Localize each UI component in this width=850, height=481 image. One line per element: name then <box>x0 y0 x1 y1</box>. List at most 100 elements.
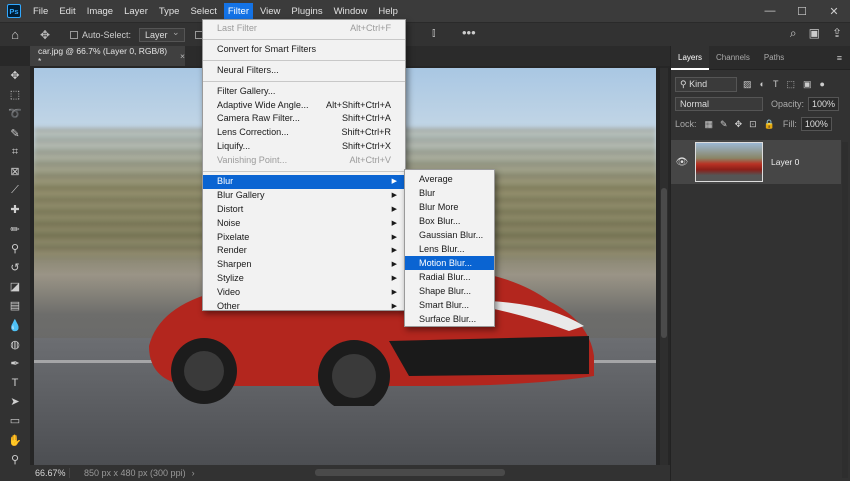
tab-paths[interactable]: Paths <box>757 46 791 70</box>
menu-image[interactable]: Image <box>83 3 117 20</box>
menu-file[interactable]: File <box>29 3 52 20</box>
lock-position-icon[interactable]: ✥ <box>735 119 743 130</box>
menu-item-liquify[interactable]: Liquify... Shift+Ctrl+X <box>203 140 405 154</box>
hand-tool-icon[interactable]: ✋ <box>0 431 30 450</box>
horizontal-scrollbar[interactable] <box>315 469 505 476</box>
auto-select-target-dropdown[interactable]: Layer <box>139 27 185 42</box>
quick-select-tool-icon[interactable]: ✎ <box>0 124 30 143</box>
menu-item-camera-raw[interactable]: Camera Raw Filter... Shift+Ctrl+A <box>203 112 405 126</box>
blur-item-radial-blur[interactable]: Radial Blur... <box>405 270 494 284</box>
menu-item-stylize[interactable]: Stylize ▶ <box>203 272 405 286</box>
clone-stamp-icon[interactable]: ⚲ <box>0 239 30 258</box>
menu-type[interactable]: Type <box>155 3 184 20</box>
menu-item-convert-smart-filters[interactable]: Convert for Smart Filters <box>203 43 405 57</box>
workspace-icon[interactable]: ▣ <box>809 26 820 41</box>
lock-artboard-icon[interactable]: ⊡ <box>749 119 757 130</box>
menu-item-adaptive-wide-angle[interactable]: Adaptive Wide Angle... Alt+Shift+Ctrl+A <box>203 99 405 113</box>
menu-plugins[interactable]: Plugins <box>287 3 326 20</box>
menu-item-pixelate[interactable]: Pixelate ▶ <box>203 231 405 245</box>
move-tool-icon[interactable]: ✥ <box>30 28 60 42</box>
marquee-tool-icon[interactable]: ⬚ <box>0 85 30 104</box>
close-tab-icon[interactable]: × <box>180 51 185 61</box>
blend-mode-dropdown[interactable]: Normal <box>675 97 763 111</box>
menu-item-render[interactable]: Render ▶ <box>203 244 405 258</box>
panel-scrollbar[interactable] <box>842 142 848 478</box>
menu-edit[interactable]: Edit <box>55 3 79 20</box>
shape-filter-icon[interactable]: ⬚ <box>786 79 795 90</box>
maximize-button[interactable]: ☐ <box>786 0 818 22</box>
more-options-icon[interactable]: ••• <box>462 25 476 40</box>
blur-item-box-blur[interactable]: Box Blur... <box>405 214 494 228</box>
menu-item-lens-correction[interactable]: Lens Correction... Shift+Ctrl+R <box>203 126 405 140</box>
zoom-tool-icon[interactable]: ⚲ <box>0 450 30 469</box>
tab-channels[interactable]: Channels <box>709 46 757 70</box>
kind-filter-dropdown[interactable]: ⚲ Kind <box>675 76 737 92</box>
opacity-input[interactable]: 100% <box>808 97 840 111</box>
lock-paint-icon[interactable]: ✎ <box>720 119 728 130</box>
distribute-icon[interactable]: ⫾ <box>432 27 436 40</box>
menu-item-noise[interactable]: Noise ▶ <box>203 217 405 231</box>
status-arrow-icon[interactable]: › <box>192 468 195 478</box>
blur-item-average[interactable]: Average <box>405 172 494 186</box>
checkbox-box[interactable] <box>70 30 78 39</box>
vertical-scrollbar[interactable] <box>660 68 668 466</box>
menu-filter[interactable]: Filter <box>223 2 253 20</box>
blur-item-motion-blur[interactable]: Motion Blur... <box>405 256 494 270</box>
menu-item-blur-gallery[interactable]: Blur Gallery ▶ <box>203 189 405 203</box>
blur-item-lens-blur[interactable]: Lens Blur... <box>405 242 494 256</box>
menu-item-neural-filters[interactable]: Neural Filters... <box>203 64 405 78</box>
filter-toggle-icon[interactable]: ● <box>819 79 824 90</box>
menu-select[interactable]: Select <box>186 3 220 20</box>
lasso-tool-icon[interactable]: ➰ <box>0 104 30 123</box>
photoshop-logo[interactable]: Ps <box>7 4 21 18</box>
blur-item-surface-blur[interactable]: Surface Blur... <box>405 312 494 326</box>
layer-row[interactable]: 👁 Layer 0 <box>671 140 841 184</box>
adjustment-filter-icon[interactable]: ◐ <box>760 79 765 90</box>
close-button[interactable]: ✕ <box>818 0 850 22</box>
frame-tool-icon[interactable]: ⊠ <box>0 162 30 181</box>
lock-all-icon[interactable]: 🔒 <box>764 119 775 130</box>
menu-item-sharpen[interactable]: Sharpen ▶ <box>203 258 405 272</box>
tab-layers[interactable]: Layers <box>671 45 710 70</box>
healing-brush-icon[interactable]: ✚ <box>0 200 30 219</box>
minimize-button[interactable]: — <box>754 0 786 22</box>
blur-item-blur-more[interactable]: Blur More <box>405 200 494 214</box>
share-icon[interactable]: ⇪ <box>832 26 842 41</box>
pen-tool-icon[interactable]: ✒ <box>0 354 30 373</box>
brush-tool-icon[interactable]: ✏ <box>0 220 30 239</box>
type-filter-icon[interactable]: T <box>773 79 779 90</box>
path-select-icon[interactable]: ➤ <box>0 392 30 411</box>
history-brush-icon[interactable]: ↺ <box>0 258 30 277</box>
menu-view[interactable]: View <box>256 3 284 20</box>
menu-help[interactable]: Help <box>374 3 402 20</box>
menu-item-blur[interactable]: Blur ▶ <box>203 175 405 189</box>
blur-item-shape-blur[interactable]: Shape Blur... <box>405 284 494 298</box>
dodge-tool-icon[interactable]: ◍ <box>0 335 30 354</box>
move-tool-icon[interactable]: ✥ <box>0 66 30 85</box>
crop-tool-icon[interactable]: ⌗ <box>0 143 30 162</box>
rectangle-tool-icon[interactable]: ▭ <box>0 411 30 430</box>
eraser-tool-icon[interactable]: ◪ <box>0 277 30 296</box>
pixel-filter-icon[interactable]: ▨ <box>743 79 752 90</box>
lock-pixels-icon[interactable]: ▦ <box>705 119 714 130</box>
panel-menu-icon[interactable]: ≡ <box>837 53 842 63</box>
menu-item-distort[interactable]: Distort ▶ <box>203 203 405 217</box>
blur-tool-icon[interactable]: 💧 <box>0 315 30 334</box>
menu-layer[interactable]: Layer <box>120 3 152 20</box>
type-tool-icon[interactable]: T <box>0 373 30 392</box>
fill-input[interactable]: 100% <box>800 117 832 131</box>
eyedropper-tool-icon[interactable]: ⟋ <box>0 181 30 200</box>
auto-select-checkbox[interactable]: Auto-Select: <box>70 30 131 40</box>
layer-name[interactable]: Layer 0 <box>771 157 799 167</box>
zoom-level[interactable]: 66.67% <box>32 468 70 478</box>
blur-item-gaussian-blur[interactable]: Gaussian Blur... <box>405 228 494 242</box>
menu-item-video[interactable]: Video ▶ <box>203 286 405 300</box>
menu-item-filter-gallery[interactable]: Filter Gallery... <box>203 85 405 99</box>
scroll-thumb[interactable] <box>661 188 667 338</box>
smart-filter-icon[interactable]: ▣ <box>803 79 812 90</box>
home-icon[interactable]: ⌂ <box>0 27 30 42</box>
menu-item-other[interactable]: Other ▶ <box>203 300 405 314</box>
document-tab[interactable]: car.jpg @ 66.7% (Layer 0, RGB/8) * × <box>30 46 185 66</box>
menu-window[interactable]: Window <box>330 3 372 20</box>
eye-icon[interactable]: 👁 <box>671 157 693 168</box>
